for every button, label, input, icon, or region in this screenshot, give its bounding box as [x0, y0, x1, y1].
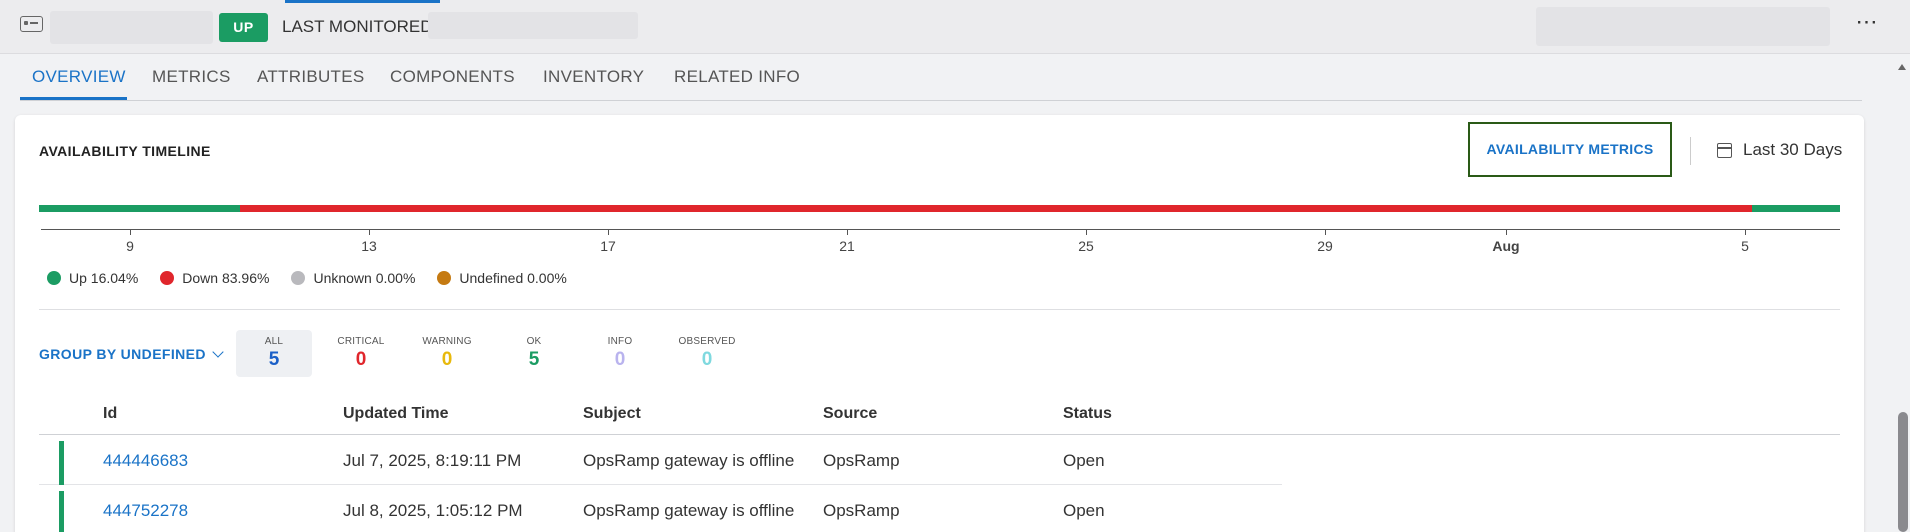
header-right-placeholder [1536, 7, 1830, 46]
legend-label-down: Down 83.96% [182, 270, 270, 286]
chevron-down-icon [212, 346, 224, 358]
axis-tick [608, 229, 609, 235]
axis-tick-label: 9 [126, 238, 134, 254]
table-row[interactable]: 444752278 Jul 8, 2025, 1:05:12 PM OpsRam… [39, 486, 1282, 532]
axis-tick [1325, 229, 1326, 235]
severity-count: 0 [701, 349, 713, 370]
timeline-segment-down [239, 205, 1753, 212]
severity-label: INFO [607, 336, 633, 347]
axis-tick [1745, 229, 1746, 235]
legend-label-unknown: Unknown 0.00% [313, 270, 416, 286]
tab-attributes[interactable]: ATTRIBUTES [257, 67, 365, 87]
timeline-segment-up [39, 205, 240, 212]
tab-bar: OVERVIEW METRICS ATTRIBUTES COMPONENTS I… [20, 54, 1862, 101]
date-range-selector[interactable]: Last 30 Days [1743, 140, 1842, 160]
tab-metrics[interactable]: METRICS [152, 67, 231, 87]
cell-subject: OpsRamp gateway is offline [583, 451, 795, 470]
severity-filter-critical[interactable]: CRITICAL 0 [323, 330, 399, 377]
column-header-source[interactable]: Source [823, 405, 877, 423]
column-header-updated-time[interactable]: Updated Time [343, 405, 449, 423]
legend-dot-undefined [437, 271, 452, 285]
legend-dot-up [47, 271, 61, 285]
cell-source: OpsRamp [823, 501, 900, 520]
legend-item-up: Up 16.04% [47, 270, 138, 286]
cell-status: Open [1063, 451, 1105, 470]
axis-tick-label: 21 [839, 238, 855, 254]
severity-filter-ok[interactable]: OK 5 [496, 330, 572, 377]
alert-id-link[interactable]: 444446683 [103, 451, 188, 471]
severity-label: OBSERVED [678, 336, 736, 347]
cell-source: OpsRamp [823, 451, 900, 470]
axis-tick [1506, 229, 1507, 235]
tab-inventory[interactable]: INVENTORY [543, 67, 644, 87]
axis-tick-label: 5 [1741, 238, 1749, 254]
severity-label: ALL [264, 336, 284, 347]
severity-filter-warning[interactable]: WARNING 0 [409, 330, 485, 377]
legend-item-undefined: Undefined 0.00% [437, 270, 567, 286]
axis-tick [130, 229, 131, 235]
availability-metrics-button[interactable]: AVAILABILITY METRICS [1468, 122, 1672, 177]
severity-count: 0 [441, 349, 453, 370]
cell-status: Open [1063, 501, 1105, 520]
ellipsis-icon[interactable]: ⋯ [1852, 11, 1882, 38]
legend-item-down: Down 83.96% [160, 270, 269, 286]
device-icon [20, 16, 43, 32]
cell-updated-time: Jul 7, 2025, 8:19:11 PM [343, 451, 522, 470]
availability-timeline-bar [39, 205, 1840, 212]
scrollbar-thumb[interactable] [1898, 412, 1908, 532]
last-monitored-value-placeholder [428, 12, 638, 39]
column-header-status[interactable]: Status [1063, 405, 1112, 423]
group-by-dropdown[interactable]: GROUP BY UNDEFINED [39, 346, 224, 362]
group-by-label: GROUP BY UNDEFINED [39, 346, 206, 362]
calendar-icon[interactable] [1717, 143, 1732, 158]
severity-count: 0 [355, 349, 367, 370]
timeline-axis [41, 229, 1840, 230]
scroll-up-arrow-icon[interactable] [1898, 64, 1906, 70]
axis-tick-label: 29 [1317, 238, 1333, 254]
legend-dot-unknown [291, 271, 306, 285]
axis-tick [1086, 229, 1087, 235]
severity-label: CRITICAL [337, 336, 385, 347]
axis-tick-label: 25 [1078, 238, 1094, 254]
tab-related-info[interactable]: RELATED INFO [674, 67, 800, 87]
cell-subject: OpsRamp gateway is offline [583, 501, 795, 520]
axis-tick [369, 229, 370, 235]
axis-tick-label: 13 [361, 238, 377, 254]
top-active-indicator [285, 0, 440, 3]
resource-name-placeholder [50, 11, 213, 44]
axis-tick-label: 17 [600, 238, 616, 254]
table-header-divider [39, 434, 1840, 435]
last-monitored-label: LAST MONITORED [282, 17, 433, 36]
timeline-segment-up [1752, 205, 1840, 212]
severity-count: 5 [268, 349, 280, 370]
axis-tick [847, 229, 848, 235]
availability-legend: Up 16.04% Down 83.96% Unknown 0.00% Unde… [47, 270, 567, 286]
column-header-id[interactable]: Id [103, 405, 117, 423]
cell-updated-time: Jul 8, 2025, 1:05:12 PM [343, 501, 523, 520]
severity-label: WARNING [422, 336, 472, 347]
axis-tick-label: Aug [1492, 238, 1520, 254]
severity-filter-all[interactable]: ALL 5 [236, 330, 312, 377]
legend-item-unknown: Unknown 0.00% [291, 270, 415, 286]
legend-label-undefined: Undefined 0.00% [459, 270, 567, 286]
legend-label-up: Up 16.04% [69, 270, 139, 286]
severity-count: 0 [614, 349, 626, 370]
legend-dot-down [160, 271, 175, 285]
availability-timeline-title: AVAILABILITY TIMELINE [39, 143, 211, 159]
active-tab-underline [20, 97, 127, 100]
row-status-indicator [59, 441, 64, 485]
severity-label: OK [526, 336, 542, 347]
tab-overview[interactable]: OVERVIEW [32, 67, 126, 87]
section-divider [39, 309, 1840, 310]
severity-filter-observed[interactable]: OBSERVED 0 [669, 330, 745, 377]
row-status-indicator [59, 491, 64, 532]
table-row[interactable]: 444446683 Jul 7, 2025, 8:19:11 PM OpsRam… [39, 436, 1282, 485]
alert-id-link[interactable]: 444752278 [103, 501, 188, 521]
header-divider [1690, 137, 1691, 165]
column-header-subject[interactable]: Subject [583, 405, 641, 423]
severity-filter-info[interactable]: INFO 0 [582, 330, 658, 377]
status-badge: UP [219, 13, 268, 42]
tab-components[interactable]: COMPONENTS [390, 67, 515, 87]
severity-count: 5 [528, 349, 540, 370]
